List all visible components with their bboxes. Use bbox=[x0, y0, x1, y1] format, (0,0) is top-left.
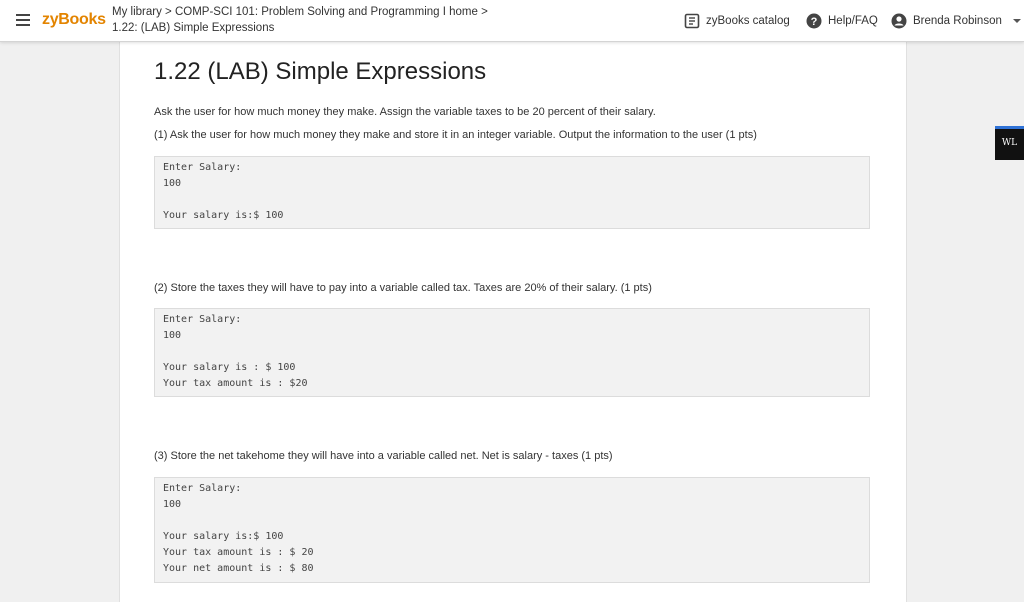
code-line: Your salary is:$ 100 bbox=[163, 531, 284, 542]
part1-instruction: (1) Ask the user for how much money they… bbox=[154, 129, 757, 141]
code-line: Your tax amount is : $ 20 bbox=[163, 547, 314, 558]
section-content: 1.22 (LAB) Simple Expressions Ask the us… bbox=[119, 42, 907, 602]
part2-instruction: (2) Store the taxes they will have to pa… bbox=[154, 282, 652, 294]
code-line: Enter Salary: bbox=[163, 162, 242, 173]
page-title: 1.22 (LAB) Simple Expressions bbox=[154, 58, 487, 85]
side-widget-label: WL bbox=[1001, 138, 1018, 148]
chevron-down-icon[interactable] bbox=[1012, 16, 1022, 26]
zybooks-logo[interactable]: zyBooks bbox=[42, 11, 106, 29]
code-line: Enter Salary: bbox=[163, 483, 242, 494]
catalog-link[interactable]: zyBooks catalog bbox=[684, 13, 790, 29]
help-link[interactable]: ? Help/FAQ bbox=[806, 13, 878, 29]
code-line: Your salary is : $ 100 bbox=[163, 362, 296, 373]
code-line: Your salary is:$ 100 bbox=[163, 210, 284, 221]
svg-text:?: ? bbox=[811, 16, 818, 28]
breadcrumb-path[interactable]: My library > COMP-SCI 101: Problem Solvi… bbox=[112, 6, 488, 18]
catalog-label: zyBooks catalog bbox=[706, 15, 790, 27]
top-navigation-bar: zyBooks My library > COMP-SCI 101: Probl… bbox=[0, 0, 1024, 42]
help-label: Help/FAQ bbox=[828, 15, 878, 27]
part3-instruction: (3) Store the net takehome they will hav… bbox=[154, 450, 613, 462]
part3-sample-output: Enter Salary: 100 Your salary is:$ 100 Y… bbox=[154, 477, 870, 583]
user-name: Brenda Robinson bbox=[913, 15, 1002, 27]
part1-sample-output: Enter Salary: 100 Your salary is:$ 100 bbox=[154, 156, 870, 229]
user-menu[interactable]: Brenda Robinson bbox=[891, 13, 1022, 29]
part2-sample-output: Enter Salary: 100 Your salary is : $ 100… bbox=[154, 308, 870, 397]
help-icon: ? bbox=[806, 13, 822, 29]
user-avatar-icon bbox=[891, 13, 907, 29]
code-line: 100 bbox=[163, 499, 182, 510]
menu-icon[interactable] bbox=[16, 14, 30, 26]
code-line: Your net amount is : $ 80 bbox=[163, 563, 314, 574]
intro-text: Ask the user for how much money they mak… bbox=[154, 106, 656, 118]
side-widget-button[interactable]: WL bbox=[995, 126, 1024, 160]
code-line: 100 bbox=[163, 178, 182, 189]
code-line: Enter Salary: bbox=[163, 314, 242, 325]
breadcrumb-current-section: 1.22: (LAB) Simple Expressions bbox=[112, 22, 275, 34]
code-line: 100 bbox=[163, 330, 182, 341]
catalog-book-icon bbox=[684, 13, 700, 29]
code-line: Your tax amount is : $20 bbox=[163, 378, 308, 389]
